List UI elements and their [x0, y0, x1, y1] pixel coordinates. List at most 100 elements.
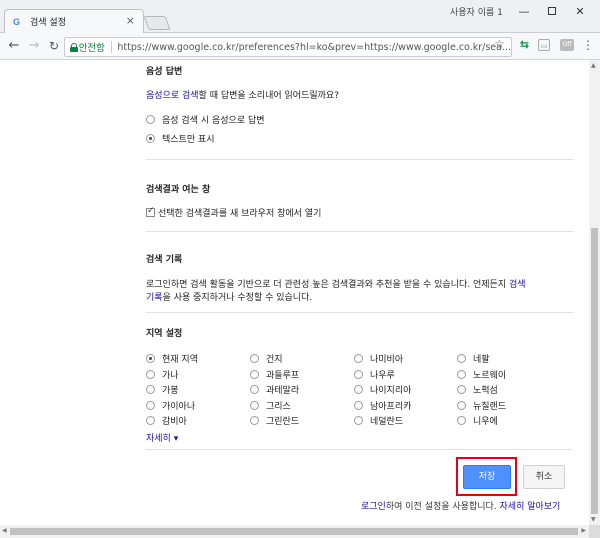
- radio-button[interactable]: [146, 416, 155, 426]
- url-text[interactable]: https://www.google.co.kr/preferences?hl=…: [117, 42, 511, 53]
- region-label: 나이지리아: [370, 386, 412, 397]
- region-option[interactable]: 나미비아: [354, 351, 454, 367]
- region-label: 가봉: [162, 386, 179, 397]
- extension-cast-icon[interactable]: ▭: [538, 39, 550, 51]
- extension-arrows-icon[interactable]: ⇆: [518, 39, 531, 51]
- radio-button[interactable]: [146, 400, 155, 410]
- radio-button-checked[interactable]: [146, 354, 155, 364]
- scroll-down-arrow-icon[interactable]: ▼: [591, 516, 596, 523]
- radio-button[interactable]: [457, 354, 466, 364]
- new-tab-button[interactable]: [143, 16, 171, 30]
- tab-close-icon[interactable]: ×: [126, 14, 135, 27]
- region-option[interactable]: 나이지리아: [354, 382, 454, 398]
- scrollbar-corner: [589, 525, 600, 538]
- browser-menu-icon[interactable]: ⋮: [582, 38, 594, 52]
- region-option[interactable]: 니우에: [457, 413, 557, 429]
- region-column: 나미비아 나우루 나이지리아 남아프리카 네덜란드: [354, 351, 454, 429]
- region-column: 건지 과들루프 과테말라 그리스 그린란드: [250, 351, 350, 429]
- bookmark-star-icon[interactable]: ☆: [494, 37, 505, 51]
- region-label: 남아프리카: [370, 401, 412, 412]
- login-link[interactable]: 로그인: [361, 502, 386, 512]
- tab-search-settings[interactable]: G 검색 설정 ×: [4, 9, 144, 33]
- history-text-2: 을 사용 중지하거나 수정할 수 있습니다.: [162, 293, 313, 303]
- section-divider: [146, 159, 573, 160]
- region-label: 노퍽섬: [473, 386, 498, 397]
- radio-button[interactable]: [250, 416, 259, 426]
- address-bar[interactable]: 안전함 https://www.google.co.kr/preferences…: [64, 37, 512, 57]
- radio-button[interactable]: [457, 385, 466, 395]
- region-option[interactable]: 나우루: [354, 367, 454, 383]
- region-option[interactable]: 네덜란드: [354, 413, 454, 429]
- region-option[interactable]: 뉴질랜드: [457, 398, 557, 414]
- region-label: 네팔: [473, 355, 490, 366]
- radio-button[interactable]: [457, 369, 466, 379]
- radio-button[interactable]: [354, 369, 363, 379]
- horizontal-scrollbar[interactable]: ◀ ▶: [0, 525, 589, 538]
- region-option[interactable]: 가나: [146, 367, 246, 383]
- region-title: 지역 설정: [146, 329, 183, 339]
- horizontal-scroll-thumb[interactable]: [10, 528, 578, 535]
- close-window-button[interactable]: ✕: [566, 0, 594, 22]
- region-option[interactable]: 그리스: [250, 398, 350, 414]
- back-arrow-icon[interactable]: ←: [6, 38, 22, 54]
- user-profile-label[interactable]: 사용자 이름 1: [450, 5, 503, 18]
- radio-button[interactable]: [146, 385, 155, 395]
- search-link[interactable]: 검색: [509, 280, 526, 290]
- region-option[interactable]: 남아프리카: [354, 398, 454, 414]
- voice-option-text-only[interactable]: 텍스트만 표시: [146, 131, 573, 146]
- new-window-checkbox[interactable]: [146, 206, 155, 217]
- voice-search-link[interactable]: 음성으로 검색: [146, 91, 199, 101]
- radio-button[interactable]: [354, 354, 363, 364]
- region-option[interactable]: 노퍽섬: [457, 382, 557, 398]
- region-option[interactable]: 과테말라: [250, 382, 350, 398]
- radio-button[interactable]: [354, 416, 363, 426]
- minimize-button[interactable]: —: [510, 0, 538, 22]
- google-favicon-icon: G: [13, 16, 21, 27]
- radio-button[interactable]: [354, 385, 363, 395]
- region-option[interactable]: 그린란드: [250, 413, 350, 429]
- save-button[interactable]: 저장: [463, 465, 511, 489]
- more-regions-link[interactable]: 자세히 ▾: [146, 431, 178, 444]
- new-window-option[interactable]: 선택한 검색결과를 새 브라우저 창에서 열기: [146, 205, 573, 220]
- radio-button[interactable]: [457, 416, 466, 426]
- vertical-scroll-thumb[interactable]: [591, 228, 598, 514]
- scroll-right-arrow-icon[interactable]: ▶: [581, 527, 586, 534]
- radio-button[interactable]: [250, 369, 259, 379]
- region-option[interactable]: 가이아나: [146, 398, 246, 414]
- region-option[interactable]: 네팔: [457, 351, 557, 367]
- region-option[interactable]: 가봉: [146, 382, 246, 398]
- radio-button-checked[interactable]: [146, 134, 155, 143]
- radio-button[interactable]: [146, 115, 155, 124]
- maximize-icon: [548, 7, 556, 15]
- extension-off-icon[interactable]: Off: [560, 39, 574, 51]
- learn-more-link[interactable]: 자세히 알아보기: [500, 502, 561, 512]
- region-option[interactable]: 건지: [250, 351, 350, 367]
- region-label: 노르웨이: [473, 370, 507, 381]
- secure-label: 안전함: [78, 43, 105, 54]
- voice-option-spoken[interactable]: 음성 검색 시 음성으로 답변: [146, 112, 573, 127]
- section-divider: [146, 312, 573, 313]
- region-option[interactable]: 감비아: [146, 413, 246, 429]
- radio-button[interactable]: [250, 385, 259, 395]
- history-link[interactable]: 기록: [146, 293, 163, 303]
- region-label: 그리스: [266, 401, 291, 412]
- region-option[interactable]: 노르웨이: [457, 367, 557, 383]
- radio-button[interactable]: [146, 369, 155, 379]
- reload-icon[interactable]: ↻: [46, 38, 62, 54]
- radio-button[interactable]: [250, 400, 259, 410]
- radio-button[interactable]: [250, 354, 259, 364]
- cancel-button[interactable]: 취소: [523, 465, 565, 489]
- region-label: 과들루프: [266, 370, 300, 381]
- region-option[interactable]: 현재 지역: [146, 351, 246, 367]
- radio-button[interactable]: [354, 400, 363, 410]
- region-option[interactable]: 과들루프: [250, 367, 350, 383]
- forward-arrow-icon[interactable]: →: [26, 38, 42, 54]
- results-window-title: 검색결과 여는 창: [146, 185, 211, 195]
- scroll-left-arrow-icon[interactable]: ◀: [2, 527, 7, 534]
- vertical-scrollbar[interactable]: ▲ ▼: [589, 60, 600, 525]
- maximize-button[interactable]: [538, 0, 566, 22]
- region-label: 나미비아: [370, 355, 404, 366]
- radio-button[interactable]: [457, 400, 466, 410]
- footer-text: 하여 이전 설정을 사용합니다.: [385, 502, 500, 512]
- scroll-up-arrow-icon[interactable]: ▲: [591, 62, 596, 69]
